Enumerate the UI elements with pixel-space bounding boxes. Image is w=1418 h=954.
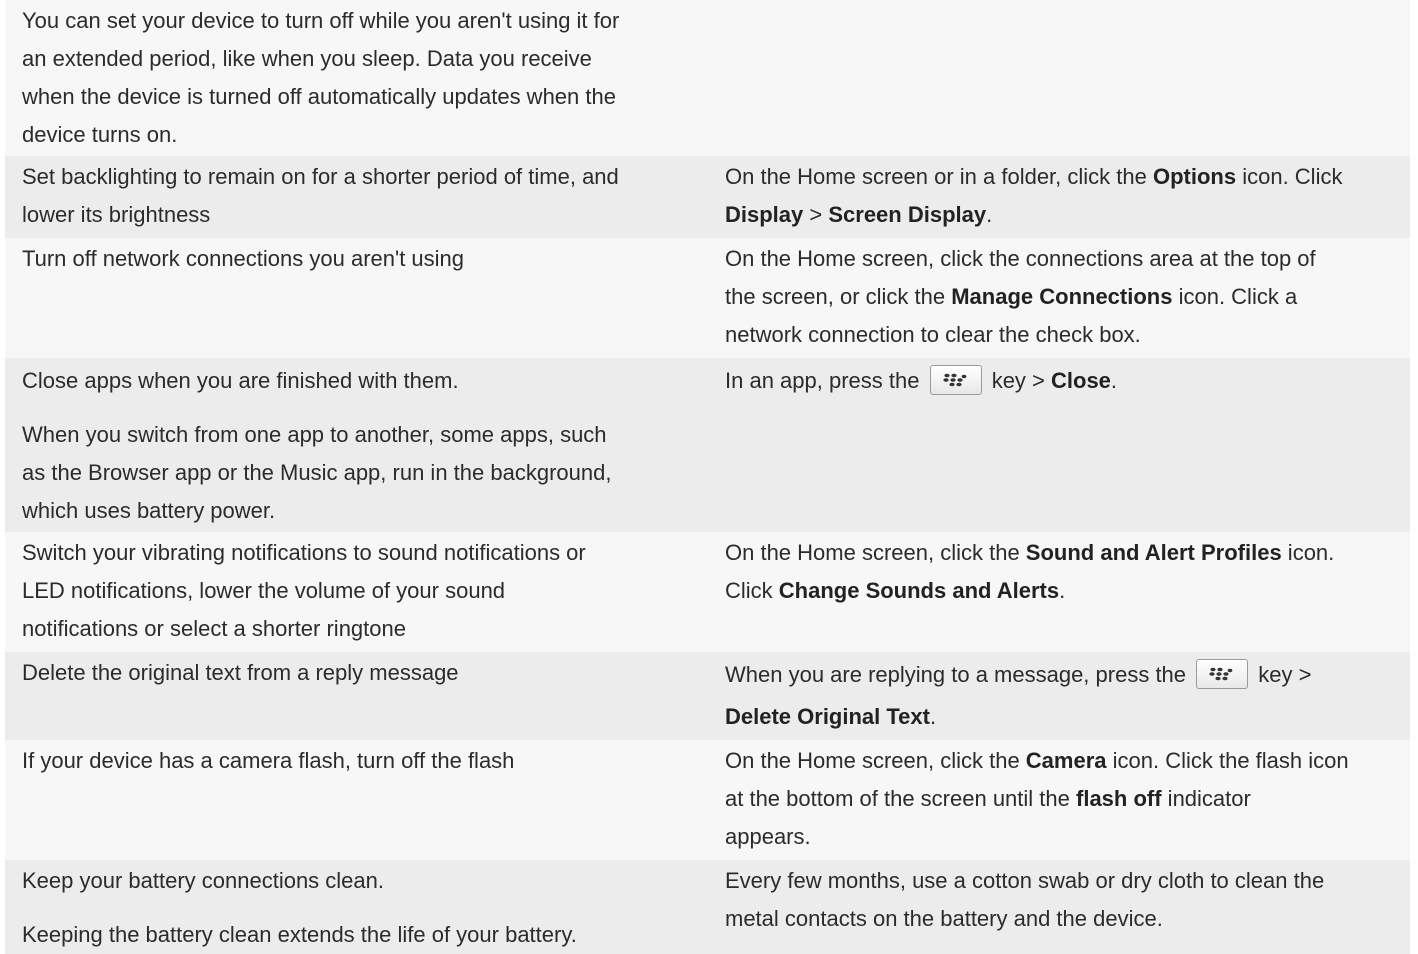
tip-text: When you switch from one app to another,… bbox=[22, 422, 607, 447]
instruction-cell: Every few months, use a cotton swab or d… bbox=[725, 862, 1405, 938]
instruction-text: Every few months, use a cotton swab or d… bbox=[725, 868, 1325, 893]
power-saving-tips-table: You can set your device to turn off whil… bbox=[0, 0, 1418, 954]
tip-text: when the device is turned off automatica… bbox=[22, 84, 616, 109]
table-row: You can set your device to turn off whil… bbox=[5, 0, 1410, 156]
instruction-text: On the Home screen or in a folder, click… bbox=[725, 164, 1343, 189]
table-row: Switch your vibrating notifications to s… bbox=[5, 532, 1410, 652]
tip-text: Delete the original text from a reply me… bbox=[22, 660, 459, 685]
options-label: Options bbox=[1152, 164, 1237, 189]
blackberry-menu-key-icon bbox=[1196, 659, 1249, 690]
tip-cell: Delete the original text from a reply me… bbox=[22, 654, 702, 692]
screen-display-label: Screen Display bbox=[828, 202, 987, 227]
tip-text: Keep your battery connections clean. bbox=[22, 868, 385, 893]
table-row: If your device has a camera flash, turn … bbox=[5, 740, 1410, 860]
tip-text: Turn off network connections you aren't … bbox=[22, 246, 465, 271]
table-row: Set backlighting to remain on for a shor… bbox=[5, 156, 1410, 238]
tip-text: LED notifications, lower the volume of y… bbox=[22, 578, 506, 603]
instruction-cell: On the Home screen or in a folder, click… bbox=[725, 158, 1405, 234]
tip-cell: Keep your battery connections clean. Kee… bbox=[22, 862, 702, 954]
tip-detail: Keeping the battery clean extends the li… bbox=[22, 916, 702, 954]
instruction-cell: In an app, press the key > Close. bbox=[725, 362, 1405, 400]
instruction-cell: On the Home screen, click the Camera ico… bbox=[725, 742, 1405, 856]
tip-text: Switch your vibrating notifications to s… bbox=[22, 540, 586, 565]
display-label: Display bbox=[725, 202, 804, 227]
camera-label: Camera bbox=[1025, 748, 1107, 773]
tip-cell: Turn off network connections you aren't … bbox=[22, 240, 702, 278]
tip-text: which uses battery power. bbox=[22, 498, 276, 523]
tip-cell: Set backlighting to remain on for a shor… bbox=[22, 158, 702, 234]
tip-cell: If your device has a camera flash, turn … bbox=[22, 742, 702, 780]
sound-alert-profiles-label: Sound and Alert Profiles bbox=[1025, 540, 1282, 565]
tip-text: device turns on. bbox=[22, 122, 178, 147]
instruction-text: On the Home screen, click the Sound and … bbox=[725, 540, 1335, 565]
instruction-cell: On the Home screen, click the Sound and … bbox=[725, 534, 1405, 610]
tip-text: notifications or select a shorter ringto… bbox=[22, 616, 406, 641]
tip-text: You can set your device to turn off whil… bbox=[22, 8, 620, 33]
change-sounds-alerts-label: Change Sounds and Alerts bbox=[778, 578, 1060, 603]
instruction-text: On the Home screen, click the Camera ico… bbox=[725, 748, 1349, 773]
tip-detail: When you switch from one app to another,… bbox=[22, 416, 702, 530]
tip-cell: Switch your vibrating notifications to s… bbox=[22, 534, 702, 648]
tip-cell: Close apps when you are finished with th… bbox=[22, 362, 702, 530]
instruction-text: metal contacts on the battery and the de… bbox=[725, 906, 1163, 931]
tip-text: lower its brightness bbox=[22, 202, 211, 227]
tip-cell: You can set your device to turn off whil… bbox=[22, 2, 702, 154]
table-row: Turn off network connections you aren't … bbox=[5, 238, 1410, 358]
blackberry-menu-key-icon bbox=[929, 365, 982, 396]
instruction-text: at the bottom of the screen until the fl… bbox=[725, 786, 1251, 811]
table-row: Close apps when you are finished with th… bbox=[5, 358, 1410, 532]
tip-text: as the Browser app or the Music app, run… bbox=[22, 460, 612, 485]
instruction-cell: On the Home screen, click the connection… bbox=[725, 240, 1405, 354]
instruction-cell: When you are replying to a message, pres… bbox=[725, 656, 1405, 736]
instruction-text: the screen, or click the Manage Connecti… bbox=[725, 284, 1298, 309]
instruction-text: On the Home screen, click the connection… bbox=[725, 246, 1316, 271]
instruction-text: When you are replying to a message, pres… bbox=[725, 656, 1405, 694]
close-label: Close bbox=[1051, 368, 1111, 393]
tip-text: Set backlighting to remain on for a shor… bbox=[22, 164, 619, 189]
instruction-text: Display > Screen Display. bbox=[725, 202, 993, 227]
tip-text: Close apps when you are finished with th… bbox=[22, 368, 459, 393]
table-row: Keep your battery connections clean. Kee… bbox=[5, 860, 1410, 954]
delete-original-text-label: Delete Original Text bbox=[725, 704, 930, 729]
table-row: Delete the original text from a reply me… bbox=[5, 652, 1410, 740]
instruction-text: Click Change Sounds and Alerts. bbox=[725, 578, 1066, 603]
tip-text: Keeping the battery clean extends the li… bbox=[22, 922, 577, 947]
tip-text: an extended period, like when you sleep.… bbox=[22, 46, 592, 71]
manage-connections-label: Manage Connections bbox=[951, 284, 1173, 309]
tip-text: If your device has a camera flash, turn … bbox=[22, 748, 515, 773]
instruction-text: appears. bbox=[725, 824, 811, 849]
flash-off-label: flash off bbox=[1076, 786, 1162, 811]
instruction-text: Delete Original Text. bbox=[725, 704, 937, 729]
instruction-text: network connection to clear the check bo… bbox=[725, 322, 1141, 347]
instruction-text: In an app, press the key > Close. bbox=[725, 362, 1405, 400]
